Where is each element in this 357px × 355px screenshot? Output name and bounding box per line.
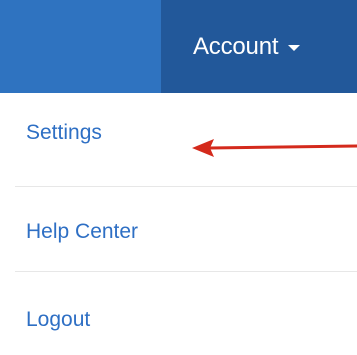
red-arrow-annotation [192, 139, 357, 157]
menu-item-label: Logout [26, 307, 91, 331]
navbar: Account [0, 0, 357, 93]
caret-down-icon [288, 45, 301, 51]
menu-item-label: Help Center [26, 219, 139, 243]
menu-item-logout[interactable]: Logout [0, 272, 357, 355]
arrow-shaft [208, 144, 357, 150]
menu-item-help-center[interactable]: Help Center [0, 187, 357, 272]
menu-item-label: Settings [26, 121, 102, 144]
account-label: Account [193, 32, 279, 60]
account-dropdown-toggle[interactable]: Account [161, 0, 357, 93]
